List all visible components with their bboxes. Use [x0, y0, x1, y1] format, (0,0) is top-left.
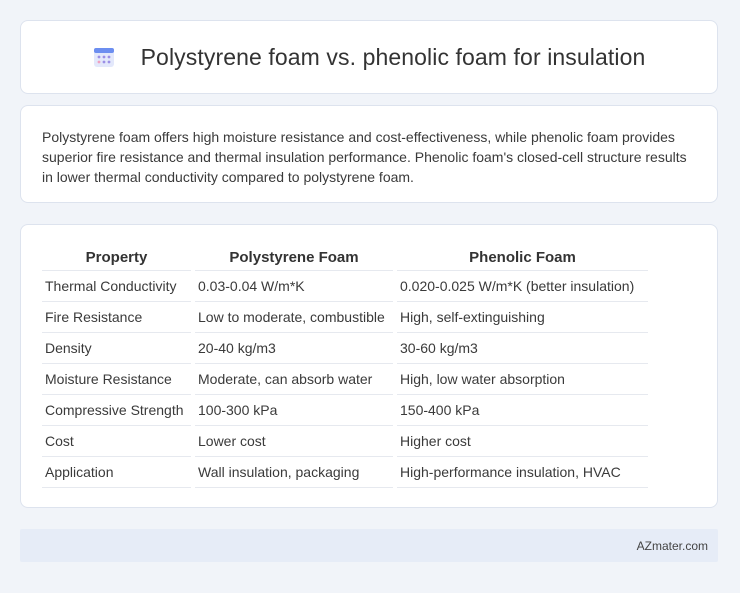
- table-row: Application Wall insulation, packaging H…: [42, 457, 648, 488]
- table-cell: 30-60 kg/m3: [397, 333, 648, 364]
- table-cell: Moderate, can absorb water: [195, 364, 393, 395]
- column-header-polystyrene: Polystyrene Foam: [195, 244, 393, 271]
- table-cell: Cost: [42, 426, 191, 457]
- calendar-icon: [93, 46, 115, 68]
- table-cell: 150-400 kPa: [397, 395, 648, 426]
- table-cell: High, low water absorption: [397, 364, 648, 395]
- comparison-table: Property Polystyrene Foam Phenolic Foam …: [38, 244, 652, 488]
- footer-site-link[interactable]: AZmater.com: [637, 539, 708, 553]
- table-cell: 20-40 kg/m3: [195, 333, 393, 364]
- table-row: Thermal Conductivity 0.03-0.04 W/m*K 0.0…: [42, 271, 648, 302]
- table-cell: Wall insulation, packaging: [195, 457, 393, 488]
- column-header-phenolic: Phenolic Foam: [397, 244, 648, 271]
- table-cell: Application: [42, 457, 191, 488]
- table-cell: Thermal Conductivity: [42, 271, 191, 302]
- table-cell: 100-300 kPa: [195, 395, 393, 426]
- table-cell: 0.020-0.025 W/m*K (better insulation): [397, 271, 648, 302]
- table-row: Moisture Resistance Moderate, can absorb…: [42, 364, 648, 395]
- table-header-row: Property Polystyrene Foam Phenolic Foam: [42, 244, 648, 271]
- summary-text: Polystyrene foam offers high moisture re…: [42, 129, 687, 185]
- table-row: Compressive Strength 100-300 kPa 150-400…: [42, 395, 648, 426]
- table-cell: Fire Resistance: [42, 302, 191, 333]
- table-cell: Low to moderate, combustible: [195, 302, 393, 333]
- footer: AZmater.com: [20, 529, 718, 562]
- table-cell: Compressive Strength: [42, 395, 191, 426]
- table-cell: 0.03-0.04 W/m*K: [195, 271, 393, 302]
- table-cell: Lower cost: [195, 426, 393, 457]
- table-cell: High, self-extinguishing: [397, 302, 648, 333]
- comparison-table-card: Property Polystyrene Foam Phenolic Foam …: [20, 224, 718, 508]
- table-row: Fire Resistance Low to moderate, combust…: [42, 302, 648, 333]
- table-cell: Density: [42, 333, 191, 364]
- summary-card: Polystyrene foam offers high moisture re…: [20, 105, 718, 203]
- page-title: Polystyrene foam vs. phenolic foam for i…: [140, 43, 646, 70]
- table-cell: Higher cost: [397, 426, 648, 457]
- table-row: Cost Lower cost Higher cost: [42, 426, 648, 457]
- column-header-property: Property: [42, 244, 191, 271]
- table-row: Density 20-40 kg/m3 30-60 kg/m3: [42, 333, 648, 364]
- table-cell: High-performance insulation, HVAC: [397, 457, 648, 488]
- title-card: Polystyrene foam vs. phenolic foam for i…: [20, 20, 718, 94]
- table-cell: Moisture Resistance: [42, 364, 191, 395]
